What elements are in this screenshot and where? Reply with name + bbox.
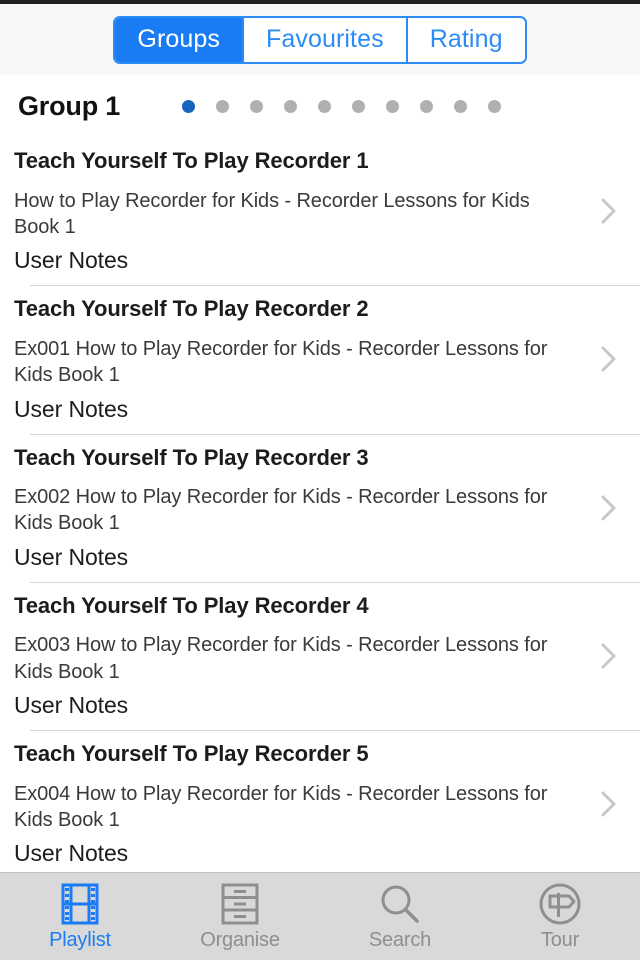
page-dot-9[interactable]	[454, 99, 468, 113]
list-item-title: Teach Yourself To Play Recorder 5	[14, 741, 369, 767]
tab-playlist[interactable]: Playlist	[0, 873, 160, 960]
list-item-body: Teach Yourself To Play Recorder 1 How to…	[0, 147, 640, 274]
tab-tour-label: Tour	[540, 928, 580, 951]
chevron-right-icon[interactable]	[600, 641, 618, 671]
filing-cabinet-icon	[220, 882, 260, 926]
segment-favourites[interactable]: Favourites	[244, 17, 408, 62]
signpost-circle-icon	[538, 882, 582, 926]
page-dot-2[interactable]	[216, 99, 230, 113]
list-item-body: Teach Yourself To Play Recorder 2 Ex001 …	[0, 295, 640, 422]
tab-search[interactable]: Search	[320, 873, 480, 960]
list-item-notes: User Notes	[14, 692, 129, 719]
group-header: Group 1	[0, 75, 640, 137]
page-dot-5[interactable]	[318, 99, 332, 113]
playlist-list[interactable]: Teach Yourself To Play Recorder 1 How to…	[0, 137, 640, 872]
list-item[interactable]: Teach Yourself To Play Recorder 2 Ex001 …	[0, 285, 640, 434]
segment-rating-label: Rating	[429, 25, 503, 53]
page-dot-4[interactable]	[284, 99, 298, 113]
segment-groups-label: Groups	[137, 25, 220, 53]
list-item-body: Teach Yourself To Play Recorder 5 Ex004 …	[0, 740, 640, 867]
page-title: Group 1	[18, 90, 121, 121]
list-item[interactable]: Teach Yourself To Play Recorder 5 Ex004 …	[0, 730, 640, 872]
magnifier-icon	[379, 882, 421, 926]
tab-tour[interactable]: Tour	[480, 873, 640, 960]
list-item[interactable]: Teach Yourself To Play Recorder 4 Ex003 …	[0, 581, 640, 731]
segmented-control[interactable]: Groups Favourites Rating	[113, 15, 527, 64]
film-strip-icon	[61, 882, 99, 926]
page-dot-10[interactable]	[488, 99, 502, 113]
list-item-title: Teach Yourself To Play Recorder 3	[14, 444, 369, 470]
chevron-right-icon[interactable]	[600, 789, 618, 819]
tab-search-label: Search	[368, 928, 432, 951]
list-item[interactable]: Teach Yourself To Play Recorder 1 How to…	[0, 137, 640, 286]
list-item-notes: User Notes	[14, 395, 129, 422]
tab-bar: Playlist Organise Search Tour	[0, 872, 640, 960]
tab-organise-label: Organise	[200, 928, 280, 951]
tab-playlist-label: Playlist	[49, 928, 111, 951]
page-dots[interactable]	[182, 99, 502, 113]
segment-favourites-label: Favourites	[266, 25, 384, 53]
list-item-notes: User Notes	[14, 247, 129, 274]
list-item-subtitle: How to Play Recorder for Kids - Recorder…	[14, 189, 530, 238]
list-item-body: Teach Yourself To Play Recorder 4 Ex003 …	[0, 592, 640, 719]
list-item-subtitle: Ex004 How to Play Recorder for Kids - Re…	[14, 782, 548, 832]
page-dot-8[interactable]	[420, 99, 434, 113]
list-item-title: Teach Yourself To Play Recorder 2	[14, 296, 369, 322]
chevron-right-icon[interactable]	[600, 344, 618, 374]
list-item-body: Teach Yourself To Play Recorder 3 Ex002 …	[0, 444, 640, 571]
toolbar: Groups Favourites Rating	[0, 4, 640, 75]
list-item-title: Teach Yourself To Play Recorder 1	[14, 148, 369, 173]
segment-rating[interactable]: Rating	[407, 17, 525, 62]
list-item-subtitle: Ex001 How to Play Recorder for Kids - Re…	[14, 337, 548, 387]
page-dot-6[interactable]	[352, 99, 366, 113]
segment-groups[interactable]: Groups	[115, 17, 244, 62]
page-dot-7[interactable]	[386, 99, 400, 113]
chevron-right-icon[interactable]	[600, 493, 618, 523]
list-item-subtitle: Ex003 How to Play Recorder for Kids - Re…	[14, 634, 548, 683]
list-item-notes: User Notes	[14, 840, 129, 867]
list-item-subtitle: Ex002 How to Play Recorder for Kids - Re…	[14, 486, 548, 535]
page-dot-1[interactable]	[182, 99, 196, 113]
tab-organise[interactable]: Organise	[160, 873, 320, 960]
list-item-notes: User Notes	[14, 543, 129, 570]
page-dot-3[interactable]	[250, 99, 264, 113]
list-item[interactable]: Teach Yourself To Play Recorder 3 Ex002 …	[0, 433, 640, 582]
chevron-right-icon[interactable]	[600, 196, 618, 226]
list-item-title: Teach Yourself To Play Recorder 4	[14, 592, 369, 618]
